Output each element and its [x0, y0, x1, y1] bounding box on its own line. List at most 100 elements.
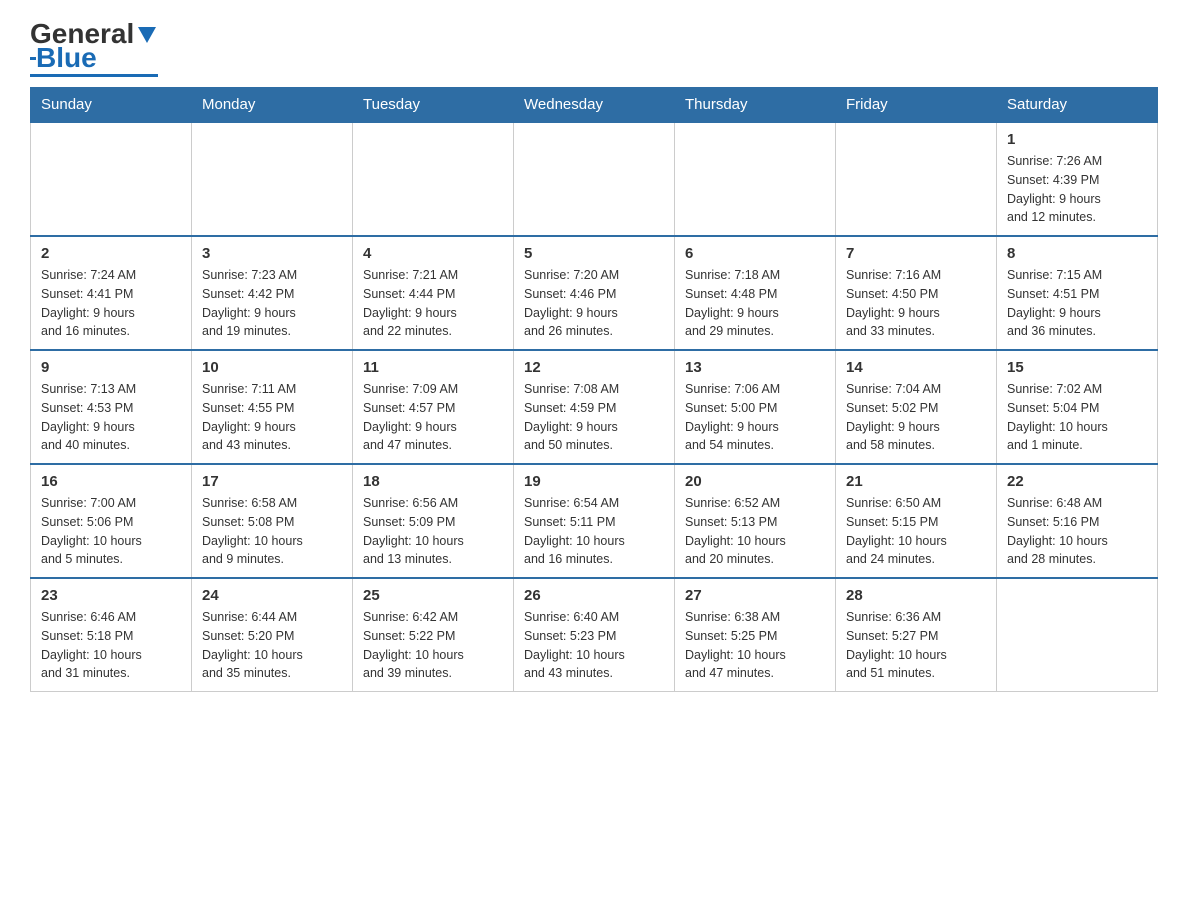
empty-cell [353, 122, 514, 236]
day-number: 8 [1007, 245, 1147, 262]
week-row-1: 1 Sunrise: 7:26 AM Sunset: 4:39 PM Daylig… [31, 122, 1158, 236]
day-number: 24 [202, 587, 342, 604]
day-info: Sunrise: 7:21 AM Sunset: 4:44 PM Dayligh… [363, 266, 503, 341]
week-row-2: 2 Sunrise: 7:24 AM Sunset: 4:41 PM Daylig… [31, 236, 1158, 350]
day-number: 9 [41, 359, 181, 376]
empty-cell [997, 578, 1158, 692]
day-number: 2 [41, 245, 181, 262]
day-cell-16: 16 Sunrise: 7:00 AM Sunset: 5:06 PM Dayli… [31, 464, 192, 578]
day-number: 23 [41, 587, 181, 604]
day-cell-28: 28 Sunrise: 6:36 AM Sunset: 5:27 PM Dayli… [836, 578, 997, 692]
day-info: Sunrise: 6:56 AM Sunset: 5:09 PM Dayligh… [363, 494, 503, 569]
day-info: Sunrise: 7:15 AM Sunset: 4:51 PM Dayligh… [1007, 266, 1147, 341]
day-info: Sunrise: 6:38 AM Sunset: 5:25 PM Dayligh… [685, 608, 825, 683]
day-number: 13 [685, 359, 825, 376]
day-info: Sunrise: 7:02 AM Sunset: 5:04 PM Dayligh… [1007, 380, 1147, 455]
day-number: 26 [524, 587, 664, 604]
logo: General Blue [30, 20, 158, 77]
day-info: Sunrise: 7:11 AM Sunset: 4:55 PM Dayligh… [202, 380, 342, 455]
day-cell-24: 24 Sunrise: 6:44 AM Sunset: 5:20 PM Dayli… [192, 578, 353, 692]
day-cell-6: 6 Sunrise: 7:18 AM Sunset: 4:48 PM Daylig… [675, 236, 836, 350]
day-number: 17 [202, 473, 342, 490]
day-cell-15: 15 Sunrise: 7:02 AM Sunset: 5:04 PM Dayli… [997, 350, 1158, 464]
day-cell-21: 21 Sunrise: 6:50 AM Sunset: 5:15 PM Dayli… [836, 464, 997, 578]
day-cell-18: 18 Sunrise: 6:56 AM Sunset: 5:09 PM Dayli… [353, 464, 514, 578]
weekday-header-friday: Friday [836, 88, 997, 123]
day-info: Sunrise: 6:50 AM Sunset: 5:15 PM Dayligh… [846, 494, 986, 569]
weekday-header-thursday: Thursday [675, 88, 836, 123]
empty-cell [31, 122, 192, 236]
day-cell-19: 19Sunrise: 6:54 AM Sunset: 5:11 PM Dayli… [514, 464, 675, 578]
day-info: Sunrise: 6:44 AM Sunset: 5:20 PM Dayligh… [202, 608, 342, 683]
day-info: Sunrise: 6:48 AM Sunset: 5:16 PM Dayligh… [1007, 494, 1147, 569]
day-number: 21 [846, 473, 986, 490]
day-info: Sunrise: 7:16 AM Sunset: 4:50 PM Dayligh… [846, 266, 986, 341]
day-cell-17: 17 Sunrise: 6:58 AM Sunset: 5:08 PM Dayli… [192, 464, 353, 578]
day-info: Sunrise: 7:09 AM Sunset: 4:57 PM Dayligh… [363, 380, 503, 455]
day-number: 7 [846, 245, 986, 262]
day-number: 5 [524, 245, 664, 262]
day-info: Sunrise: 7:13 AM Sunset: 4:53 PM Dayligh… [41, 380, 181, 455]
day-number: 22 [1007, 473, 1147, 490]
weekday-header-sunday: Sunday [31, 88, 192, 123]
logo-underline [30, 74, 158, 77]
day-info: Sunrise: 7:04 AM Sunset: 5:02 PM Dayligh… [846, 380, 986, 455]
empty-cell [836, 122, 997, 236]
day-info: Sunrise: 7:00 AM Sunset: 5:06 PM Dayligh… [41, 494, 181, 569]
day-number: 15 [1007, 359, 1147, 376]
day-number: 18 [363, 473, 503, 490]
day-number: 1 [1007, 131, 1147, 148]
day-cell-8: 8 Sunrise: 7:15 AM Sunset: 4:51 PM Daylig… [997, 236, 1158, 350]
calendar-table: SundayMondayTuesdayWednesdayThursdayFrid… [30, 87, 1158, 692]
day-number: 4 [363, 245, 503, 262]
day-cell-5: 5 Sunrise: 7:20 AM Sunset: 4:46 PM Daylig… [514, 236, 675, 350]
day-cell-12: 12 Sunrise: 7:08 AM Sunset: 4:59 PM Dayli… [514, 350, 675, 464]
day-info: Sunrise: 7:24 AM Sunset: 4:41 PM Dayligh… [41, 266, 181, 341]
day-cell-25: 25Sunrise: 6:42 AM Sunset: 5:22 PM Dayli… [353, 578, 514, 692]
empty-cell [675, 122, 836, 236]
day-number: 6 [685, 245, 825, 262]
day-cell-10: 10 Sunrise: 7:11 AM Sunset: 4:55 PM Dayli… [192, 350, 353, 464]
day-number: 28 [846, 587, 986, 604]
day-cell-3: 3 Sunrise: 7:23 AM Sunset: 4:42 PM Daylig… [192, 236, 353, 350]
page-header: General Blue [30, 20, 1158, 77]
week-row-5: 23Sunrise: 6:46 AM Sunset: 5:18 PM Dayli… [31, 578, 1158, 692]
day-info: Sunrise: 6:36 AM Sunset: 5:27 PM Dayligh… [846, 608, 986, 683]
day-number: 3 [202, 245, 342, 262]
day-cell-13: 13 Sunrise: 7:06 AM Sunset: 5:00 PM Dayli… [675, 350, 836, 464]
day-info: Sunrise: 7:08 AM Sunset: 4:59 PM Dayligh… [524, 380, 664, 455]
day-cell-9: 9 Sunrise: 7:13 AM Sunset: 4:53 PM Daylig… [31, 350, 192, 464]
logo-text-blue: Blue [36, 44, 97, 72]
day-cell-2: 2 Sunrise: 7:24 AM Sunset: 4:41 PM Daylig… [31, 236, 192, 350]
week-row-3: 9 Sunrise: 7:13 AM Sunset: 4:53 PM Daylig… [31, 350, 1158, 464]
day-info: Sunrise: 6:54 AM Sunset: 5:11 PM Dayligh… [524, 494, 664, 569]
week-row-4: 16 Sunrise: 7:00 AM Sunset: 5:06 PM Dayli… [31, 464, 1158, 578]
day-info: Sunrise: 7:26 AM Sunset: 4:39 PM Dayligh… [1007, 152, 1147, 227]
day-info: Sunrise: 6:42 AM Sunset: 5:22 PM Dayligh… [363, 608, 503, 683]
day-info: Sunrise: 7:20 AM Sunset: 4:46 PM Dayligh… [524, 266, 664, 341]
day-info: Sunrise: 7:18 AM Sunset: 4:48 PM Dayligh… [685, 266, 825, 341]
day-cell-1: 1 Sunrise: 7:26 AM Sunset: 4:39 PM Daylig… [997, 122, 1158, 236]
day-info: Sunrise: 7:06 AM Sunset: 5:00 PM Dayligh… [685, 380, 825, 455]
day-cell-26: 26Sunrise: 6:40 AM Sunset: 5:23 PM Dayli… [514, 578, 675, 692]
day-info: Sunrise: 7:23 AM Sunset: 4:42 PM Dayligh… [202, 266, 342, 341]
weekday-header-tuesday: Tuesday [353, 88, 514, 123]
day-number: 27 [685, 587, 825, 604]
logo-triangle-icon [136, 23, 158, 45]
day-cell-7: 7 Sunrise: 7:16 AM Sunset: 4:50 PM Daylig… [836, 236, 997, 350]
day-cell-4: 4 Sunrise: 7:21 AM Sunset: 4:44 PM Daylig… [353, 236, 514, 350]
empty-cell [192, 122, 353, 236]
day-number: 20 [685, 473, 825, 490]
day-info: Sunrise: 6:58 AM Sunset: 5:08 PM Dayligh… [202, 494, 342, 569]
day-number: 12 [524, 359, 664, 376]
day-number: 14 [846, 359, 986, 376]
day-cell-27: 27 Sunrise: 6:38 AM Sunset: 5:25 PM Dayli… [675, 578, 836, 692]
day-number: 16 [41, 473, 181, 490]
day-cell-22: 22 Sunrise: 6:48 AM Sunset: 5:16 PM Dayli… [997, 464, 1158, 578]
day-cell-14: 14 Sunrise: 7:04 AM Sunset: 5:02 PM Dayli… [836, 350, 997, 464]
empty-cell [514, 122, 675, 236]
day-info: Sunrise: 6:52 AM Sunset: 5:13 PM Dayligh… [685, 494, 825, 569]
weekday-header-row: SundayMondayTuesdayWednesdayThursdayFrid… [31, 88, 1158, 123]
day-number: 10 [202, 359, 342, 376]
weekday-header-saturday: Saturday [997, 88, 1158, 123]
